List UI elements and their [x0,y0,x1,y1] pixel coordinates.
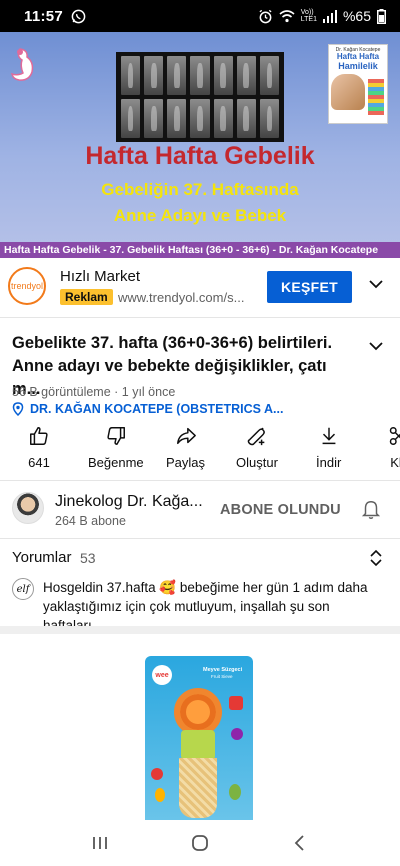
ad-url[interactable]: www.trendyol.com/s... [118,290,244,305]
recent-apps-icon[interactable] [90,833,110,853]
location-link[interactable]: DR. KAĞAN KOCATEPE (OBSTETRICS A... [12,402,283,416]
video-caption-strip: Hafta Hafta Gebelik - 37. Gebelik Haftas… [0,242,400,258]
status-time: 11:57 [24,7,64,25]
product-name: Meyve Süzgeci [203,667,243,673]
wifi-icon [279,10,295,23]
unfold-icon[interactable] [368,549,384,567]
divider [0,480,400,481]
video-banner-subtitle-2: Anne Adayı ve Bebek [113,206,287,225]
video-player[interactable]: Dr. Kağan Kocatepe Hafta Hafta Hamilelik… [0,32,400,258]
subscribed-button[interactable]: ABONE OLUNDU [220,502,341,518]
channel-avatar[interactable] [12,492,44,524]
ad-title[interactable]: Hızlı Market [60,268,140,285]
comments-count: 53 [80,550,96,566]
alarm-icon [259,9,272,23]
ad-badge: Reklam [60,289,113,305]
like-count: 641 [28,455,50,470]
video-meta: 56 B görüntüleme · 1 yıl önce [12,385,176,399]
download-icon [322,427,336,445]
dislike-label: Beğenme [88,455,144,470]
clip-button[interactable]: Kl [385,425,400,475]
expand-description-icon[interactable] [368,338,384,354]
comment-avatar[interactable]: elf [12,578,34,600]
subscriber-count: 264 B abone [55,514,126,528]
clip-icon [389,427,400,445]
chevron-down-icon[interactable] [368,276,384,292]
product-image[interactable]: wee Meyve Süzgeci Fruit Sieve [145,656,253,826]
pregnancy-photo-grid [116,52,284,142]
divider [0,538,400,539]
system-nav-bar [0,820,400,866]
create-label: Oluştur [236,455,278,470]
signal-icon [322,9,337,23]
explore-button[interactable]: KEŞFET [267,271,352,303]
back-icon[interactable] [290,833,310,853]
comments-label[interactable]: Yorumlar [12,549,71,566]
download-button[interactable]: İndir [316,425,341,475]
product-brand-logo: wee [152,665,172,685]
dislike-icon [107,427,125,445]
pregnancy-logo-icon [11,48,34,81]
book-cover: Dr. Kağan Kocatepe Hafta Hafta Hamilelik [328,44,388,124]
video-banner-subtitle: Gebeliğin 37. Haftasında [101,180,299,199]
location-pin-icon [12,402,24,416]
location-label[interactable]: DR. KAĞAN KOCATEPE (OBSTETRICS A... [30,402,283,416]
share-label: Paylaş [166,455,206,470]
whatsapp-icon [71,9,86,23]
volte-indicator: Vo)) LTE1 [300,9,317,23]
clip-label: Kl [390,455,400,470]
dislike-button[interactable]: Beğenme [88,425,144,475]
battery-level: %65 [342,8,371,24]
like-button[interactable]: 641 [28,425,50,475]
share-icon [176,427,196,445]
section-separator [0,626,400,634]
advertiser-logo[interactable]: trendyol [8,267,46,305]
create-button[interactable]: Oluştur [236,425,278,475]
channel-name[interactable]: Jinekolog Dr. Kağa... [55,493,203,511]
notification-bell-icon[interactable] [360,499,382,521]
like-icon [30,427,48,445]
status-bar: 11:57 Vo)) LTE1 %65 [0,0,400,32]
create-icon [247,427,265,446]
home-icon[interactable] [190,833,210,853]
ad-row[interactable]: trendyol Hızlı Market Reklam www.trendyo… [0,258,400,318]
share-button[interactable]: Paylaş [166,425,205,475]
download-label: İndir [316,455,342,470]
video-banner-title: Hafta Hafta Gebelik [85,142,315,170]
battery-icon [377,8,386,24]
product-name-en: Fruit Sieve [211,674,233,679]
